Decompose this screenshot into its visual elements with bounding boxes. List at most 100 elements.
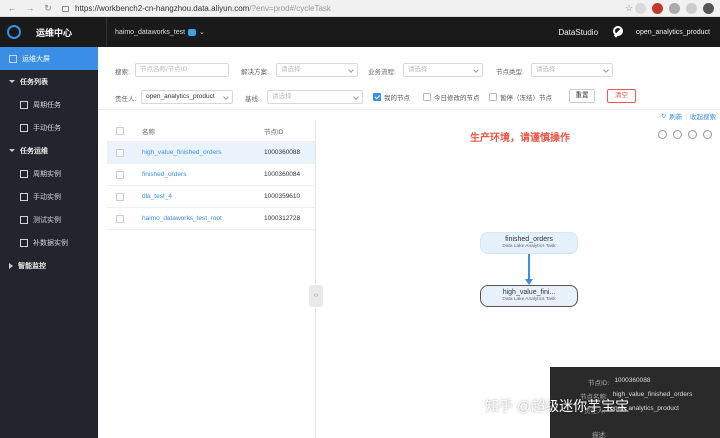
chevron-down-icon [473,67,479,73]
address-bar[interactable]: https://workbench2-cn-hangzhou.data.aliy… [75,4,617,13]
url-main: https://workbench2-cn-hangzhou.data.aliy… [75,3,250,13]
zoom-in-icon[interactable] [673,130,682,139]
workspace-icon [188,28,197,36]
app-title: 运维中心 [36,27,73,38]
workspace-selector[interactable]: haimo_dataworks_test ⌄ [106,17,226,47]
logo-icon [7,25,21,39]
table-row[interactable]: haimo_dataworks_test_root 1000312728 [107,208,315,230]
reset-button[interactable]: 重置 [569,89,595,103]
sidebar-group-task-list[interactable]: 任务列表 [0,70,98,93]
app-header: 运维中心 haimo_dataworks_test ⌄ DataStudio o… [0,17,720,47]
my-nodes-checkbox[interactable]: 我的节点 [373,92,410,102]
sidebar-item-manual-task[interactable]: 手动任务 [0,116,98,139]
flow-label: 业务流程: [368,69,396,76]
calendar-icon [20,100,28,109]
owner-select[interactable]: open_analytics_product [141,90,233,104]
search-input[interactable]: 节点名称/节点ID [135,63,229,77]
caret-down-icon [9,149,15,152]
dag-node-name: high_value_fini... [502,289,556,296]
sidebar-item-manual-instance[interactable]: 手动实例 [0,185,98,208]
solution-placeholder: 请选择 [281,66,301,73]
sidebar-item-label: 任务运维 [20,147,48,155]
select-all-checkbox[interactable] [116,126,124,135]
production-warning: 生产环境，请谨慎操作 [470,133,570,144]
forward-icon[interactable]: → [24,3,36,13]
dag-edge [528,254,530,282]
paused-checkbox[interactable]: 暂停（冻结）节点 [489,92,552,102]
table-row[interactable]: high_value_finished_orders 1000360088 [107,142,315,164]
node-list: 名称 节点ID high_value_finished_orders 10003… [107,120,316,438]
sidebar-item-dashboard[interactable]: 运维大屏 [0,47,98,70]
dag-node-type: Data Lake Analytics Task [502,244,556,249]
datastudio-link[interactable]: DataStudio [558,28,598,37]
sidebar-item-test-instance[interactable]: 测试实例 [0,208,98,231]
sidebar-item-backfill-instance[interactable]: 补数据实例 [0,231,98,254]
checkbox-icon [423,93,431,101]
row-checkbox[interactable] [116,148,124,157]
extension-icon[interactable] [652,2,663,14]
nodetype-select[interactable]: 请选择 [531,63,613,77]
panel-resize-handle[interactable]: ‹› [309,285,323,307]
sidebar-item-cycle-instance[interactable]: 周期实例 [0,162,98,185]
solution-label: 解决方案: [241,69,269,76]
sidebar-item-label: 智能监控 [18,262,46,270]
extension-icon[interactable] [669,2,680,14]
dag-node-selected[interactable]: high_value_fini... Data Lake Analytics T… [480,285,578,307]
row-checkbox[interactable] [116,170,124,179]
owner-label: 责任人: [115,96,137,103]
node-id: 1000359610 [264,193,301,200]
info-id-value: 1000360088 [614,377,651,384]
owner-value: open_analytics_product [146,93,215,100]
table-row[interactable]: finished_orders 1000360084 [107,164,315,186]
hand-icon [20,123,28,132]
chevron-down-icon [348,67,354,73]
info-desc-label: 描述: [592,432,607,438]
baseline-select[interactable]: 请选择 [267,90,363,104]
zoom-out-icon[interactable] [688,130,697,139]
sidebar-item-label: 手动实例 [33,193,61,201]
baseline-label: 基线: [245,96,260,103]
sidebar-item-cycle-task[interactable]: 周期任务 [0,93,98,116]
node-name-link[interactable]: haimo_dataworks_test_root [142,215,264,222]
flow-placeholder: 请选择 [408,66,428,73]
refresh-icon[interactable] [658,130,667,139]
modified-today-label: 今日修改的节点 [434,95,480,102]
link-divider: | [685,112,687,120]
watermark: 知乎 @超级迷你芋宝宝 [485,398,630,414]
wrench-icon[interactable] [612,26,624,38]
node-name-link[interactable]: high_value_finished_orders [142,149,264,156]
sidebar-group-smart-monitor[interactable]: 智能监控 [0,254,98,277]
star-icon[interactable]: ☆ [623,3,635,14]
flow-select[interactable]: 请选择 [403,63,483,77]
dag-node-type: Data Lake Analytics Task [502,297,556,302]
search-label: 搜索: [115,69,130,76]
modified-today-checkbox[interactable]: 今日修改的节点 [423,92,480,102]
my-nodes-label: 我的节点 [384,95,410,102]
list-header: 名称 节点ID [107,120,315,142]
extension-icon[interactable] [635,2,646,14]
sidebar-group-task-ops[interactable]: 任务运维 [0,139,98,162]
column-header-id: 节点ID [264,128,284,136]
table-row[interactable]: dla_test_4 1000359610 [107,186,315,208]
caret-right-icon [9,262,13,269]
extension-icon[interactable] [686,2,697,14]
pocket-icon[interactable] [703,2,714,14]
refresh-icon[interactable]: ↻ [661,112,666,120]
sidebar-item-label: 补数据实例 [33,239,68,247]
fit-view-icon[interactable] [703,130,712,139]
node-name-link[interactable]: finished_orders [142,171,264,178]
baseline-placeholder: 请选择 [272,93,292,100]
row-checkbox[interactable] [116,214,124,223]
clear-button[interactable]: 清空 [607,89,636,103]
node-name-link[interactable]: dla_test_4 [142,193,264,200]
row-checkbox[interactable] [116,192,124,201]
solution-select[interactable]: 请选择 [276,63,358,77]
back-icon[interactable]: ← [6,3,18,13]
user-name[interactable]: open_analytics_product [636,29,710,36]
info-id-label: 节点ID: [588,380,610,387]
dag-node[interactable]: finished_orders Data Lake Analytics Task [480,232,578,254]
lock-icon [62,6,69,12]
checkbox-icon [489,93,497,101]
node-id: 1000312728 [264,215,301,222]
reload-icon[interactable]: ↻ [42,3,54,14]
